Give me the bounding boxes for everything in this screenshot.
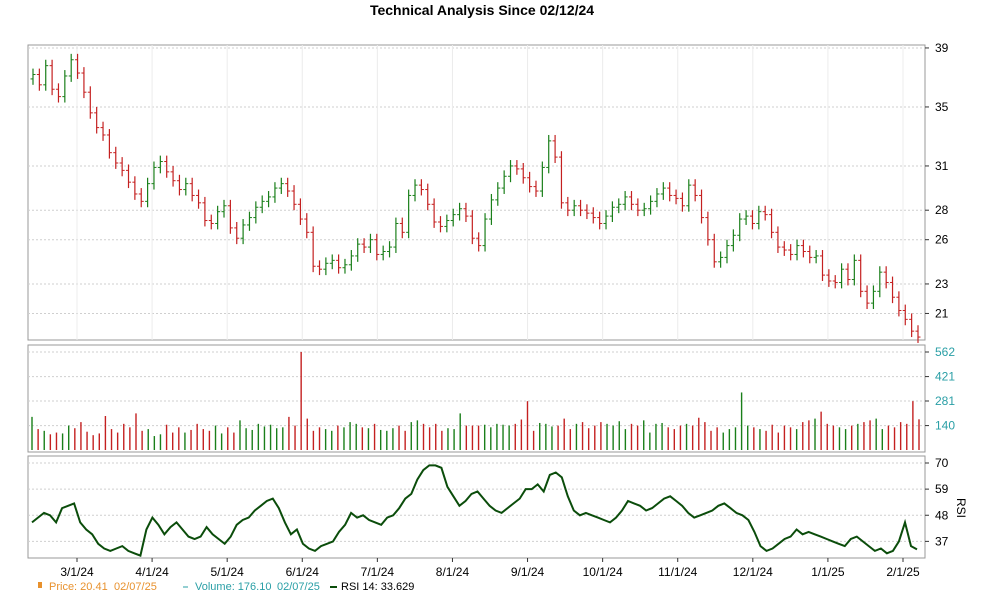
x-tick-label: 3/1/24 [60,565,94,579]
price-panel-frame [27,44,926,341]
gridlines [28,45,925,542]
x-tick-label: 6/1/24 [286,565,320,579]
volume-tick-label: 140 [935,419,955,433]
price-tick-label: 28 [935,203,949,217]
x-tick-label: 2/1/25 [886,565,920,579]
x-tick-label: 8/1/24 [436,565,470,579]
price-legend-marker [38,582,42,588]
rsi-series [31,464,918,557]
rsi-axis-label: RSI [954,498,968,518]
x-tick-label: 12/1/24 [733,565,773,579]
x-tick-label: 4/1/24 [135,565,169,579]
legend-volume: Volume: 176.10 [195,581,271,593]
legend: Price: 20.41 02/07/25 Volume: 176.10 02/… [38,581,414,593]
volume-tick-label: 281 [935,394,955,408]
volume-tick-label: 562 [935,345,955,359]
x-tick-label: 1/1/25 [811,565,845,579]
stock-chart: 39 35 31 28 26 23 21 562 421 281 140 70 59 48 37 3/1/24… [27,2,968,593]
price-series [30,53,921,343]
x-tick-label: 7/1/24 [361,565,395,579]
chart-title: Technical Analysis Since 02/12/24 [370,2,594,18]
volume-tick-label: 421 [935,370,955,384]
price-tick-label: 39 [935,41,949,55]
chart-frames [27,44,926,559]
rsi-tick-label: 59 [935,482,949,496]
price-tick-label: 35 [935,100,949,114]
x-tick-label: 9/1/24 [511,565,545,579]
legend-volume-date: 02/07/25 [277,581,320,593]
rsi-line [31,464,918,557]
rsi-tick-label: 70 [935,456,949,470]
price-tick-label: 21 [935,306,949,320]
legend-price-date: 02/07/25 [114,581,157,593]
rsi-tick-label: 48 [935,508,949,522]
x-tick-label: 11/1/24 [658,565,697,579]
rsi-panel-frame [27,455,926,559]
legend-rsi: RSI 14: 33.629 [341,581,414,593]
axis-labels: 39 35 31 28 26 23 21 562 421 281 140 70 59 48 37 3/1/24… [60,41,955,579]
price-tick-label: 31 [935,159,949,173]
price-tick-label: 23 [935,277,949,291]
x-tick-label: 10/1/24 [583,565,623,579]
x-tick-label: 5/1/24 [210,565,244,579]
price-tick-label: 26 [935,233,949,247]
rsi-tick-label: 37 [935,534,949,548]
legend-price: Price: 20.41 [49,581,108,593]
